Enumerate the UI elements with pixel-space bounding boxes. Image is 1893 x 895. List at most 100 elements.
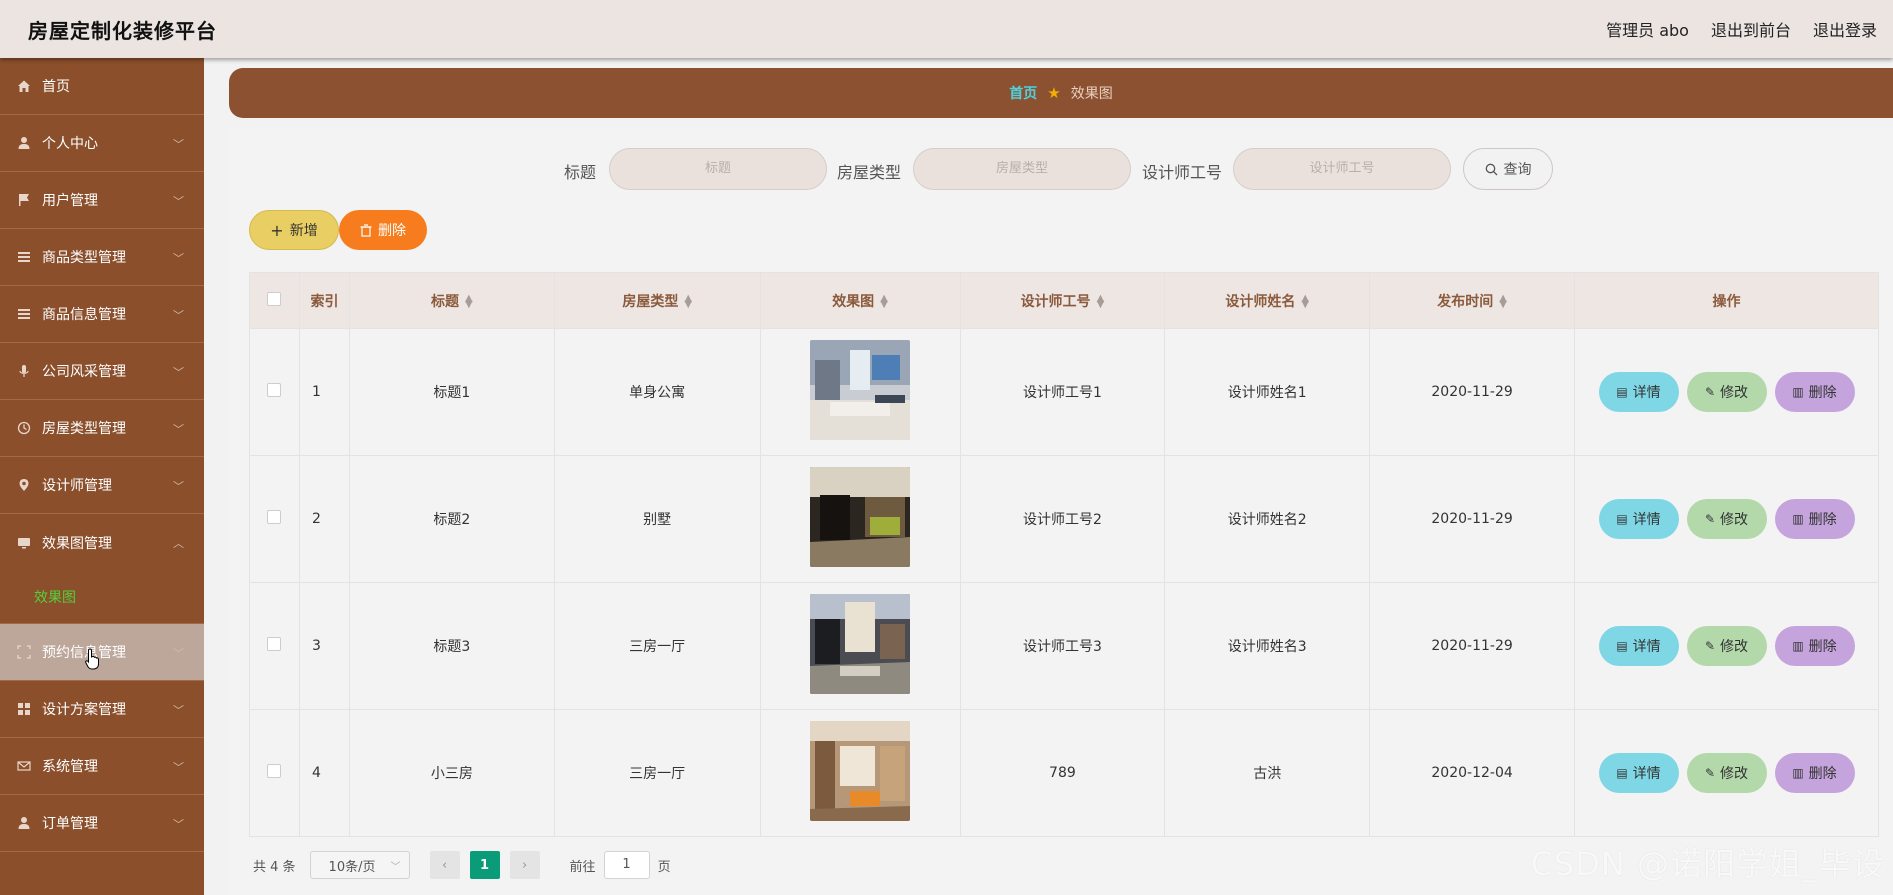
content-panel: 标题 标题 房屋类型 房屋类型 设计师工号 设计师工号 查询 + 新增 删除 索… bbox=[229, 128, 1893, 895]
batch-delete-button[interactable]: 删除 bbox=[339, 210, 427, 250]
prev-page-button[interactable]: ‹ bbox=[429, 851, 460, 879]
row-checkbox[interactable] bbox=[267, 764, 282, 778]
edit-button[interactable]: ✎ 修改 bbox=[1686, 499, 1767, 539]
search-icon bbox=[1485, 163, 1497, 175]
detail-button[interactable]: ▤ 详情 bbox=[1598, 372, 1679, 412]
page-size-select[interactable]: 10条/页 ﹀ bbox=[309, 851, 410, 879]
detail-label: 详情 bbox=[1632, 639, 1661, 655]
column-header-designer-name[interactable]: 设计师姓名 ▲ ▼ bbox=[1164, 272, 1371, 329]
sidebar-item-label: 系统管理 bbox=[42, 759, 98, 775]
edit-button[interactable]: ✎ 修改 bbox=[1686, 626, 1767, 666]
logout-link[interactable]: 退出登录 bbox=[1813, 17, 1877, 41]
designer-no-search-input[interactable]: 设计师工号 bbox=[1233, 148, 1451, 190]
sidebar-item-label: 设计师管理 bbox=[42, 478, 112, 494]
detail-button[interactable]: ▤ 详情 bbox=[1598, 753, 1679, 793]
delete-button[interactable]: ▥ 删除 bbox=[1774, 499, 1855, 539]
row-checkbox[interactable] bbox=[267, 637, 282, 651]
chevron-down-icon: ﹀ bbox=[173, 138, 184, 151]
cell-designer-name: 设计师姓名2 bbox=[1164, 455, 1371, 583]
watermark: CSDN @诺阳学姐_毕设 bbox=[1530, 845, 1885, 883]
sidebar-item-label: 效果图管理 bbox=[42, 535, 112, 552]
delete-button[interactable]: ▥ 删除 bbox=[1774, 626, 1855, 666]
sidebar-item-system[interactable]: 系统管理 ﹀ bbox=[0, 738, 204, 795]
cell-title: 标题2 bbox=[348, 455, 555, 583]
render-image[interactable] bbox=[810, 467, 911, 567]
star-icon: ★ bbox=[1047, 84, 1061, 102]
add-button[interactable]: + 新增 bbox=[249, 210, 339, 250]
sidebar-subitem-render[interactable]: 效果图 bbox=[0, 571, 204, 624]
sidebar-item-label: 商品类型管理 bbox=[42, 250, 126, 266]
next-page-button[interactable]: › bbox=[509, 851, 540, 879]
column-header-date[interactable]: 发布时间 ▲ ▼ bbox=[1369, 272, 1575, 329]
plus-icon: + bbox=[270, 220, 284, 240]
sort-icon[interactable]: ▲ ▼ bbox=[1301, 293, 1309, 309]
sidebar-item-goods-info[interactable]: 商品信息管理 ﹀ bbox=[0, 286, 204, 343]
row-checkbox[interactable] bbox=[267, 383, 282, 397]
query-button[interactable]: 查询 bbox=[1463, 148, 1553, 190]
detail-label: 详情 bbox=[1632, 766, 1661, 782]
edit-button[interactable]: ✎ 修改 bbox=[1686, 753, 1767, 793]
chevron-down-icon: ﹀ bbox=[173, 252, 184, 265]
render-image[interactable] bbox=[810, 594, 911, 694]
page-number-current[interactable]: 1 bbox=[469, 851, 500, 879]
sidebar-item-home[interactable]: 首页 bbox=[0, 58, 204, 115]
chevron-down-icon: ﹀ bbox=[173, 647, 184, 660]
select-all-checkbox[interactable] bbox=[267, 291, 282, 306]
to-front-link[interactable]: 退出到前台 bbox=[1711, 17, 1791, 41]
column-header-image[interactable]: 效果图 ▲ ▼ bbox=[759, 272, 961, 329]
sort-icon[interactable]: ▲ ▼ bbox=[684, 293, 692, 309]
sidebar-item-orders[interactable]: 订单管理 ﹀ bbox=[0, 795, 204, 852]
document-icon: ▤ bbox=[1616, 639, 1628, 653]
render-image[interactable] bbox=[810, 721, 911, 821]
sidebar-item-plan[interactable]: 设计方案管理 ﹀ bbox=[0, 681, 204, 738]
mic-icon bbox=[16, 363, 32, 379]
page-unit-label: 页 bbox=[657, 859, 671, 875]
cell-designer-no: 设计师工号1 bbox=[959, 328, 1166, 456]
row-checkbox[interactable] bbox=[267, 510, 282, 524]
sidebar-item-render[interactable]: 效果图管理 ︿ bbox=[0, 514, 204, 571]
sort-icon[interactable]: ▲ ▼ bbox=[1499, 293, 1507, 309]
column-header-designer-no[interactable]: 设计师工号 ▲ ▼ bbox=[959, 272, 1166, 329]
edit-button[interactable]: ✎ 修改 bbox=[1686, 372, 1767, 412]
sidebar-item-users[interactable]: 用户管理 ﹀ bbox=[0, 172, 204, 229]
batch-delete-label: 删除 bbox=[378, 223, 406, 239]
goto-page-input[interactable]: 1 bbox=[603, 851, 650, 879]
render-image[interactable] bbox=[810, 340, 911, 440]
sidebar-item-personal[interactable]: 个人中心 ﹀ bbox=[0, 115, 204, 172]
cell-title: 标题1 bbox=[348, 328, 555, 456]
delete-button[interactable]: ▥ 删除 bbox=[1774, 753, 1855, 793]
sort-icon[interactable]: ▲ ▼ bbox=[1097, 293, 1105, 309]
cell-index: 3 bbox=[298, 582, 350, 710]
house-type-search-input[interactable]: 房屋类型 bbox=[913, 148, 1131, 190]
sort-icon[interactable]: ▲ ▼ bbox=[465, 293, 473, 309]
chevron-down-icon: ﹀ bbox=[173, 423, 184, 436]
detail-button[interactable]: ▤ 详情 bbox=[1598, 626, 1679, 666]
detail-label: 详情 bbox=[1632, 385, 1661, 401]
sidebar-item-house-type[interactable]: 房屋类型管理 ﹀ bbox=[0, 400, 204, 457]
cell-designer-name: 古洪 bbox=[1164, 709, 1371, 837]
title-search-input[interactable]: 标题 bbox=[609, 148, 827, 190]
column-header-index: 索引 bbox=[298, 272, 350, 329]
cell-type: 单身公寓 bbox=[553, 328, 761, 456]
sidebar-item-company[interactable]: 公司风采管理 ﹀ bbox=[0, 343, 204, 400]
delete-button[interactable]: ▥ 删除 bbox=[1774, 372, 1855, 412]
frame-icon bbox=[16, 644, 32, 660]
cell-ops: ▤ 详情 ✎ 修改 ▥ 删除 bbox=[1574, 582, 1879, 710]
sidebar-item-designer[interactable]: 设计师管理 ﹀ bbox=[0, 457, 204, 514]
select-all-cell bbox=[249, 272, 300, 329]
sidebar-item-appointment[interactable]: 预约信息管理 ﹀ bbox=[0, 624, 204, 681]
sort-icon[interactable]: ▲ ▼ bbox=[880, 293, 888, 309]
table-header-row: 索引 标题 ▲ ▼ 房屋类型 ▲ ▼ 效果图 ▲ ▼ 设计师工号 ▲ ▼ 设计师姓名 ▲ ▼ 发布时… bbox=[249, 272, 1879, 329]
column-header-ops: 操作 bbox=[1574, 272, 1879, 329]
sidebar-item-label: 商品信息管理 bbox=[42, 307, 126, 323]
column-header-title[interactable]: 标题 ▲ ▼ bbox=[348, 272, 555, 329]
designer-no-label: 设计师工号 bbox=[1142, 163, 1223, 182]
cell-designer-no: 设计师工号3 bbox=[959, 582, 1166, 710]
chevron-down-icon: ﹀ bbox=[173, 818, 184, 831]
breadcrumb-home[interactable]: 首页 bbox=[1009, 83, 1037, 103]
sidebar-item-label: 用户管理 bbox=[42, 193, 98, 209]
detail-button[interactable]: ▤ 详情 bbox=[1598, 499, 1679, 539]
edit-label: 修改 bbox=[1720, 766, 1749, 782]
sidebar-item-goods-type[interactable]: 商品类型管理 ﹀ bbox=[0, 229, 204, 286]
column-header-type[interactable]: 房屋类型 ▲ ▼ bbox=[553, 272, 761, 329]
